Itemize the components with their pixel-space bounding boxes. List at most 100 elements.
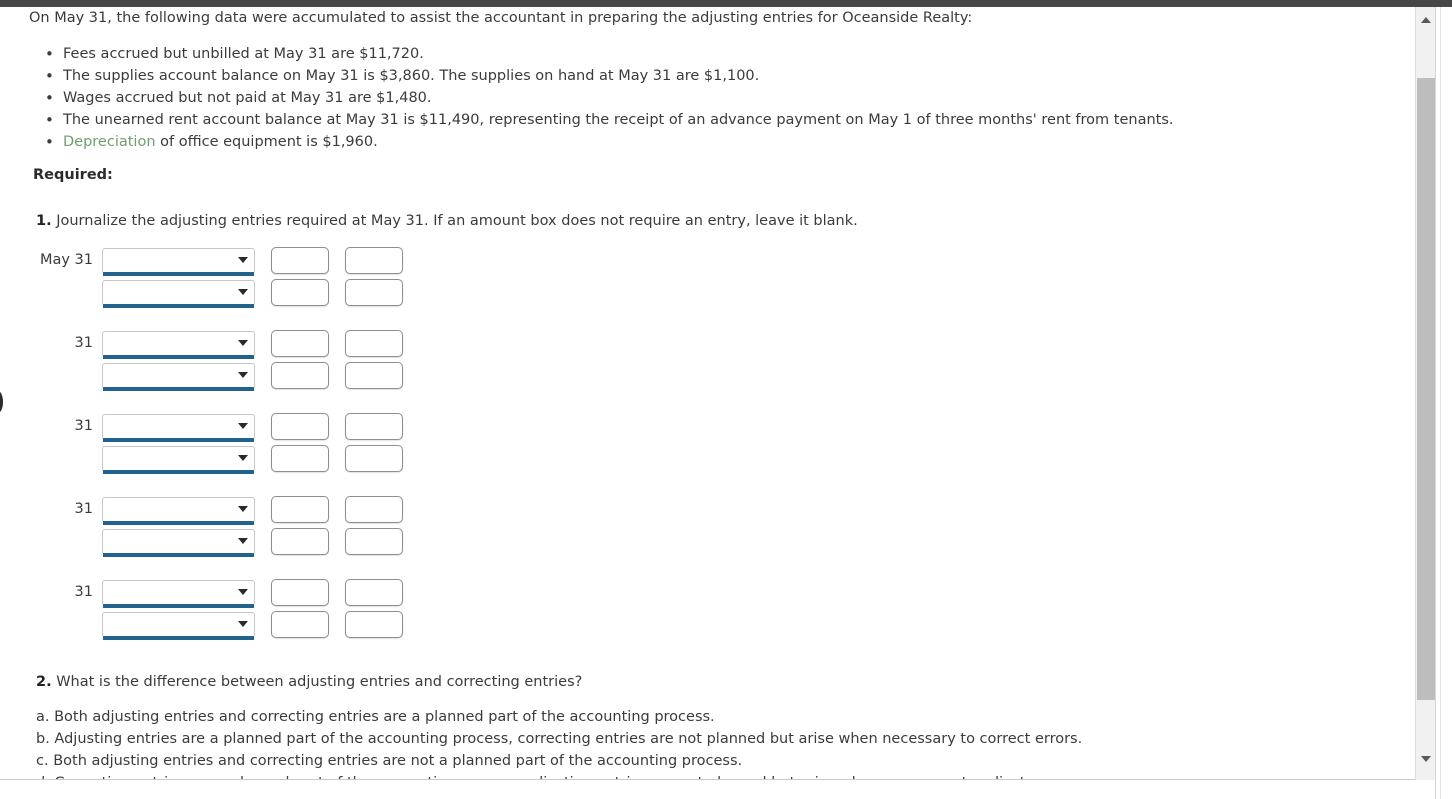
chevron-down-icon [238, 455, 248, 461]
debit-amount-input[interactable] [271, 362, 329, 389]
debit-amount-input[interactable] [271, 579, 329, 606]
chevron-down-icon [238, 289, 248, 295]
list-item: Depreciation of office equipment is $1,9… [0, 131, 1174, 153]
table-row [0, 611, 430, 643]
journal-entry-group: 31 [0, 330, 430, 394]
table-row [0, 362, 430, 394]
credit-amount-input[interactable] [345, 445, 403, 472]
entry-date-label: 31 [74, 335, 93, 351]
question-2-text: What is the difference between adjusting… [51, 674, 583, 690]
entry-date-label: 31 [74, 418, 93, 434]
chevron-down-icon [238, 423, 248, 429]
glossary-link-depreciation[interactable]: Depreciation [63, 134, 156, 150]
entry-date-label: 31 [74, 584, 93, 600]
table-row [0, 528, 430, 560]
question-2-choices: a. Both adjusting entries and correcting… [36, 706, 1082, 779]
fact-text: Fees accrued but unbilled at May 31 are … [63, 46, 424, 62]
credit-amount-input[interactable] [345, 247, 403, 274]
entry-date-label [0, 445, 102, 471]
fact-text: The supplies account balance on May 31 i… [63, 68, 760, 84]
table-row: 31 [0, 579, 430, 611]
account-select[interactable] [102, 331, 255, 359]
entry-date-label [0, 279, 102, 305]
credit-amount-input[interactable] [345, 279, 403, 306]
chevron-down-icon [238, 372, 248, 378]
debit-amount-input[interactable] [271, 413, 329, 440]
chevron-down-icon [238, 340, 248, 346]
credit-amount-input[interactable] [345, 579, 403, 606]
journal-entry-group: 31 [0, 579, 430, 643]
journal-entry-group: 31 [0, 496, 430, 560]
question-1-number: 1. [36, 213, 52, 229]
facts-list: Fees accrued but unbilled at May 31 are … [0, 43, 1174, 153]
question-1-text: Journalize the adjusting entries require… [51, 213, 858, 229]
account-select[interactable] [102, 580, 255, 608]
entry-date-label [0, 611, 102, 637]
table-row [0, 445, 430, 477]
list-item: The supplies account balance on May 31 i… [0, 65, 1174, 87]
debit-amount-input[interactable] [271, 279, 329, 306]
entry-date-label: 31 [74, 501, 93, 517]
credit-amount-input[interactable] [345, 330, 403, 357]
scrollbar-thumb[interactable] [1417, 78, 1435, 700]
choice-b[interactable]: b. Adjusting entries are a planned part … [36, 728, 1082, 750]
table-row [0, 279, 430, 311]
fact-text: of office equipment is $1,960. [155, 134, 378, 150]
question-1-prompt: 1. Journalize the adjusting entries requ… [36, 213, 858, 229]
content-viewport: On May 31, the following data were accum… [0, 7, 1415, 780]
credit-amount-input[interactable] [345, 496, 403, 523]
list-item: Fees accrued but unbilled at May 31 are … [0, 43, 1174, 65]
table-row: May 31 [0, 247, 430, 279]
scroll-down-button[interactable] [1416, 750, 1435, 768]
credit-amount-input[interactable] [345, 611, 403, 638]
account-select[interactable] [102, 414, 255, 442]
journal-entry-form: May 31 31 31 31 31 [0, 247, 430, 643]
chevron-down-icon [1420, 756, 1431, 762]
credit-amount-input[interactable] [345, 413, 403, 440]
journal-entry-group: 31 [0, 413, 430, 477]
account-select[interactable] [102, 497, 255, 525]
scroll-up-button[interactable] [1416, 11, 1435, 29]
fact-text: The unearned rent account balance at May… [63, 112, 1174, 128]
account-select[interactable] [102, 363, 255, 391]
required-heading: Required: [33, 167, 113, 183]
chevron-up-icon [1420, 17, 1431, 23]
question-2-number: 2. [36, 674, 52, 690]
debit-amount-input[interactable] [271, 330, 329, 357]
credit-amount-input[interactable] [345, 528, 403, 555]
right-gutter [1435, 0, 1452, 799]
entry-date-label [0, 528, 102, 554]
chevron-down-icon [238, 621, 248, 627]
vertical-scrollbar[interactable] [1415, 7, 1435, 780]
chevron-down-icon [238, 589, 248, 595]
bottom-strip [0, 781, 1452, 799]
account-select[interactable] [102, 612, 255, 640]
debit-amount-input[interactable] [271, 496, 329, 523]
chevron-down-icon [238, 257, 248, 263]
debit-amount-input[interactable] [271, 247, 329, 274]
account-select[interactable] [102, 248, 255, 276]
question-2-prompt: 2. What is the difference between adjust… [36, 674, 582, 690]
debit-amount-input[interactable] [271, 445, 329, 472]
choice-c[interactable]: c. Both adjusting entries and correcting… [36, 750, 1082, 772]
choice-a[interactable]: a. Both adjusting entries and correcting… [36, 706, 1082, 728]
entry-date-label [0, 362, 102, 388]
account-select[interactable] [102, 446, 255, 474]
chevron-down-icon [238, 506, 248, 512]
table-row: 31 [0, 330, 430, 362]
list-item: Wages accrued but not paid at May 31 are… [0, 87, 1174, 109]
account-select[interactable] [102, 529, 255, 557]
journal-entry-group: May 31 [0, 247, 430, 311]
credit-amount-input[interactable] [345, 362, 403, 389]
chevron-down-icon [238, 538, 248, 544]
fact-text: Wages accrued but not paid at May 31 are… [63, 90, 432, 106]
debit-amount-input[interactable] [271, 528, 329, 555]
choice-d[interactable]: d. Correcting entries are a planned part… [36, 772, 1082, 779]
debit-amount-input[interactable] [271, 611, 329, 638]
account-select[interactable] [102, 280, 255, 308]
table-row: 31 [0, 496, 430, 528]
intro-paragraph: On May 31, the following data were accum… [29, 10, 973, 26]
